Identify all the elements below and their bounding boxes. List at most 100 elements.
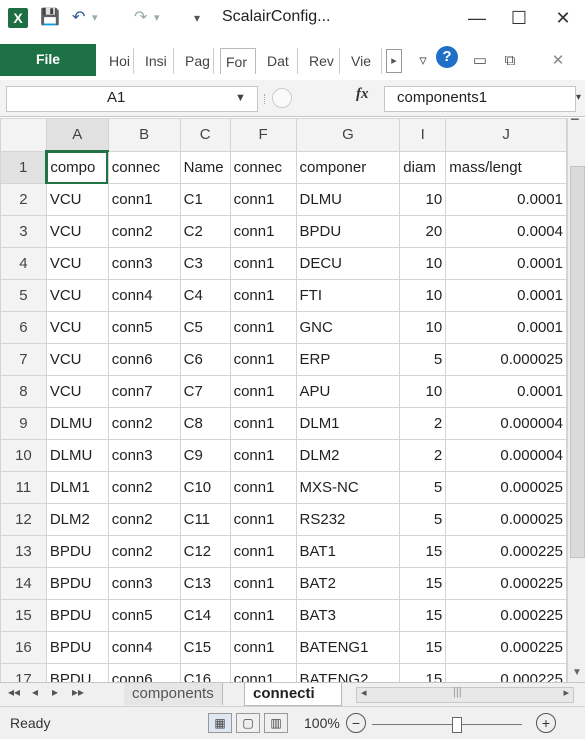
cell[interactable]: BAT2: [295, 567, 401, 600]
page-layout-view-icon[interactable]: ▢: [236, 713, 260, 733]
row-header[interactable]: 13: [0, 535, 47, 568]
row-header[interactable]: 7: [0, 343, 47, 376]
cell[interactable]: 0.0001: [445, 279, 567, 312]
cell[interactable]: BAT3: [295, 599, 401, 632]
cell[interactable]: 5: [399, 471, 447, 504]
cell[interactable]: 15: [399, 631, 447, 664]
cell[interactable]: conn6: [107, 343, 181, 376]
scroll-left-icon[interactable]: ◂: [361, 686, 367, 699]
cell[interactable]: conn2: [107, 407, 181, 440]
scrollbar-thumb[interactable]: [570, 166, 585, 558]
row-header[interactable]: 4: [0, 247, 47, 280]
tab-insert[interactable]: Insi: [140, 48, 174, 74]
cell[interactable]: C12: [179, 535, 231, 568]
cell[interactable]: conn1: [229, 311, 297, 344]
cell[interactable]: 2: [399, 407, 447, 440]
scrollbar-grip-icon[interactable]: |||: [453, 686, 462, 698]
cell[interactable]: C14: [179, 599, 231, 632]
cell[interactable]: C3: [179, 247, 231, 280]
cell[interactable]: BPDU: [45, 567, 109, 600]
cell[interactable]: BPDU: [45, 599, 109, 632]
cell[interactable]: diam: [399, 150, 447, 184]
cell[interactable]: BPDU: [45, 535, 109, 568]
next-sheet-icon[interactable]: ▸: [52, 685, 58, 699]
column-header[interactable]: B: [107, 118, 181, 152]
cell[interactable]: BATENG2: [295, 663, 401, 682]
cell[interactable]: MXS-NC: [295, 471, 401, 504]
cell[interactable]: conn7: [107, 375, 181, 408]
insert-function-icon[interactable]: fx: [356, 86, 369, 103]
cell[interactable]: 0.000225: [445, 535, 567, 568]
cell[interactable]: conn3: [107, 439, 181, 472]
cell[interactable]: C8: [179, 407, 231, 440]
cell[interactable]: conn1: [229, 183, 297, 216]
cell[interactable]: 0.000004: [445, 407, 567, 440]
row-header[interactable]: 2: [0, 183, 47, 216]
page-break-view-icon[interactable]: ▥: [264, 713, 288, 733]
cell[interactable]: 15: [399, 535, 447, 568]
cell[interactable]: conn1: [229, 631, 297, 664]
cell[interactable]: C10: [179, 471, 231, 504]
cell[interactable]: conn1: [229, 279, 297, 312]
cell[interactable]: conn1: [229, 663, 297, 682]
row-header[interactable]: 14: [0, 567, 47, 600]
cell[interactable]: 0.0001: [445, 247, 567, 280]
file-tab[interactable]: File: [0, 44, 96, 76]
row-header[interactable]: 5: [0, 279, 47, 312]
cell[interactable]: conn2: [107, 503, 181, 536]
row-header[interactable]: 3: [0, 215, 47, 248]
cell[interactable]: C11: [179, 503, 231, 536]
cell[interactable]: VCU: [45, 279, 109, 312]
row-header[interactable]: 9: [0, 407, 47, 440]
tab-review[interactable]: Rev: [304, 48, 340, 74]
save-icon[interactable]: 💾: [40, 8, 60, 28]
cell[interactable]: 0.000004: [445, 439, 567, 472]
cell[interactable]: BPDU: [45, 631, 109, 664]
cell[interactable]: DLMU: [45, 407, 109, 440]
cell[interactable]: conn1: [229, 599, 297, 632]
cell[interactable]: 0.000225: [445, 631, 567, 664]
cell[interactable]: C5: [179, 311, 231, 344]
cell[interactable]: 10: [399, 247, 447, 280]
prev-sheet-icon[interactable]: ◂: [32, 685, 38, 699]
workbook-copy-icon[interactable]: ⧉: [500, 48, 520, 74]
row-header[interactable]: 8: [0, 375, 47, 408]
cell[interactable]: conn3: [107, 247, 181, 280]
row-header[interactable]: 11: [0, 471, 47, 504]
cell[interactable]: 5: [399, 503, 447, 536]
cell[interactable]: 0.000025: [445, 343, 567, 376]
sheet-tab-connections[interactable]: connecti: [244, 683, 342, 706]
cell[interactable]: VCU: [45, 183, 109, 216]
select-all-corner[interactable]: [0, 118, 47, 152]
cell[interactable]: BAT1: [295, 535, 401, 568]
column-header[interactable]: G: [295, 118, 401, 152]
tab-formulas[interactable]: For: [220, 48, 256, 74]
cell[interactable]: C16: [179, 663, 231, 682]
cell[interactable]: conn1: [229, 471, 297, 504]
cell[interactable]: 0.0001: [445, 183, 567, 216]
zoom-slider-track[interactable]: [372, 724, 522, 725]
cell[interactable]: DLM2: [45, 503, 109, 536]
cell[interactable]: 20: [399, 215, 447, 248]
minimize-ribbon-icon[interactable]: ▿: [414, 48, 432, 74]
cell[interactable]: DECU: [295, 247, 401, 280]
zoom-level[interactable]: 100%: [304, 715, 340, 731]
cell[interactable]: conn1: [229, 535, 297, 568]
help-icon[interactable]: ?: [436, 46, 458, 68]
zoom-slider-thumb[interactable]: [452, 717, 462, 733]
cell[interactable]: C4: [179, 279, 231, 312]
last-sheet-icon[interactable]: ▸▸: [72, 685, 84, 699]
cell[interactable]: conn2: [107, 471, 181, 504]
cell[interactable]: FTI: [295, 279, 401, 312]
cell[interactable]: conn1: [229, 439, 297, 472]
cell[interactable]: DLMU: [45, 439, 109, 472]
undo-icon[interactable]: ↶: [72, 8, 85, 28]
cell[interactable]: RS232: [295, 503, 401, 536]
redo-dropdown-icon[interactable]: ▾: [154, 8, 160, 28]
cell[interactable]: conn3: [107, 567, 181, 600]
cell[interactable]: VCU: [45, 215, 109, 248]
chevron-down-icon[interactable]: ▼: [235, 92, 246, 104]
cell[interactable]: 15: [399, 663, 447, 682]
cell[interactable]: conn1: [229, 567, 297, 600]
row-header[interactable]: 16: [0, 631, 47, 664]
